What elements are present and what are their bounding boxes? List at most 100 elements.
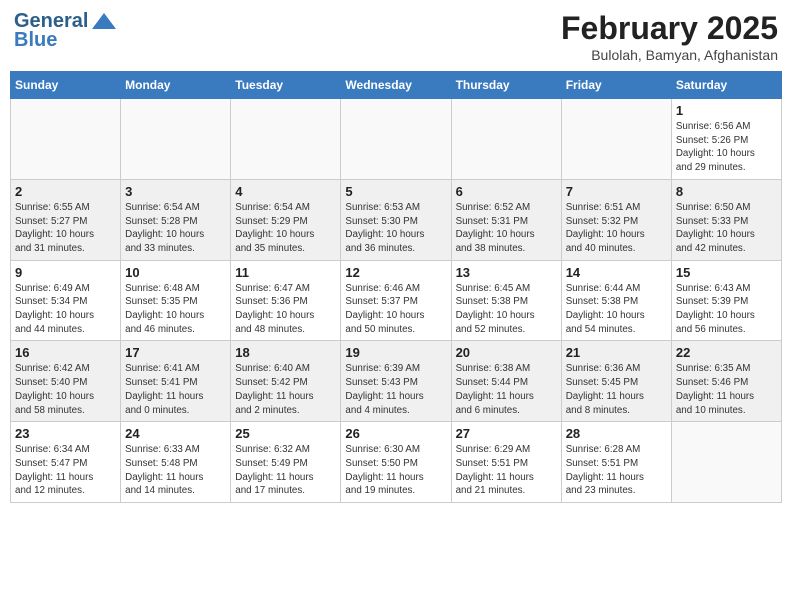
logo-text-blue: Blue: [14, 29, 57, 52]
calendar-cell: 7 Sunrise: 6:51 AM Sunset: 5:32 PM Daylig…: [561, 179, 671, 260]
calendar-cell: 25Sunrise: 6:32 AM Sunset: 5:49 PM Dayli…: [231, 422, 341, 503]
day-info: Sunrise: 6:32 AM Sunset: 5:49 PM Dayligh…: [235, 443, 336, 498]
calendar-table: SundayMondayTuesdayWednesdayThursdayFrid…: [10, 71, 782, 503]
calendar-cell: 15 Sunrise: 6:43 AM Sunset: 5:39 PM Dayli…: [671, 260, 781, 341]
day-number: 2: [15, 184, 116, 199]
calendar-cell: 21 Sunrise: 6:36 AM Sunset: 5:45 PM Dayli…: [561, 341, 671, 422]
day-info: Sunrise: 6:36 AM Sunset: 5:45 PM Dayligh…: [566, 362, 667, 417]
calendar-cell: [341, 99, 451, 180]
day-number: 9: [15, 265, 116, 280]
logo-icon: [90, 11, 118, 33]
weekday-header-thursday: Thursday: [451, 72, 561, 99]
day-info: Sunrise: 6:48 AM Sunset: 5:35 PM Dayligh…: [125, 282, 226, 337]
calendar-week-row: 9Sunrise: 6:49 AM Sunset: 5:34 PM Daylig…: [11, 260, 782, 341]
day-number: 17: [125, 345, 226, 360]
day-number: 11: [235, 265, 336, 280]
calendar-cell: [11, 99, 121, 180]
calendar-cell: [561, 99, 671, 180]
day-info: Sunrise: 6:45 AM Sunset: 5:38 PM Dayligh…: [456, 282, 557, 337]
weekday-header-monday: Monday: [121, 72, 231, 99]
weekday-header-wednesday: Wednesday: [341, 72, 451, 99]
title-block: February 2025 Bulolah, Bamyan, Afghanist…: [561, 10, 778, 63]
day-info: Sunrise: 6:50 AM Sunset: 5:33 PM Dayligh…: [676, 201, 777, 256]
weekday-header-tuesday: Tuesday: [231, 72, 341, 99]
day-info: Sunrise: 6:40 AM Sunset: 5:42 PM Dayligh…: [235, 362, 336, 417]
day-info: Sunrise: 6:41 AM Sunset: 5:41 PM Dayligh…: [125, 362, 226, 417]
calendar-cell: 10 Sunrise: 6:48 AM Sunset: 5:35 PM Dayli…: [121, 260, 231, 341]
day-number: 23: [15, 426, 116, 441]
location-subtitle: Bulolah, Bamyan, Afghanistan: [561, 47, 778, 63]
day-info: Sunrise: 6:39 AM Sunset: 5:43 PM Dayligh…: [345, 362, 446, 417]
calendar-cell: 23 Sunrise: 6:34 AM Sunset: 5:47 PM Dayli…: [11, 422, 121, 503]
day-info: Sunrise: 6:35 AM Sunset: 5:46 PM Dayligh…: [676, 362, 777, 417]
calendar-cell: 17 Sunrise: 6:41 AM Sunset: 5:41 PM Dayli…: [121, 341, 231, 422]
day-number: 10: [125, 265, 226, 280]
calendar-cell: 28Sunrise: 6:28 AM Sunset: 5:51 PM Dayli…: [561, 422, 671, 503]
day-info: Sunrise: 6:33 AM Sunset: 5:48 PM Dayligh…: [125, 443, 226, 498]
day-info: Sunrise: 6:56 AM Sunset: 5:26 PM Dayligh…: [676, 120, 777, 175]
day-number: 22: [676, 345, 777, 360]
day-number: 4: [235, 184, 336, 199]
calendar-cell: 5 Sunrise: 6:53 AM Sunset: 5:30 PM Daylig…: [341, 179, 451, 260]
calendar-cell: 22 Sunrise: 6:35 AM Sunset: 5:46 PM Dayli…: [671, 341, 781, 422]
calendar-cell: [451, 99, 561, 180]
day-number: 12: [345, 265, 446, 280]
day-number: 27: [456, 426, 557, 441]
day-number: 5: [345, 184, 446, 199]
calendar-cell: 24 Sunrise: 6:33 AM Sunset: 5:48 PM Dayli…: [121, 422, 231, 503]
weekday-header-saturday: Saturday: [671, 72, 781, 99]
day-number: 19: [345, 345, 446, 360]
day-number: 20: [456, 345, 557, 360]
day-number: 24: [125, 426, 226, 441]
day-number: 6: [456, 184, 557, 199]
day-info: Sunrise: 6:29 AM Sunset: 5:51 PM Dayligh…: [456, 443, 557, 498]
calendar-cell: 27 Sunrise: 6:29 AM Sunset: 5:51 PM Dayli…: [451, 422, 561, 503]
calendar-cell: 14Sunrise: 6:44 AM Sunset: 5:38 PM Dayli…: [561, 260, 671, 341]
day-info: Sunrise: 6:34 AM Sunset: 5:47 PM Dayligh…: [15, 443, 116, 498]
day-number: 15: [676, 265, 777, 280]
calendar-cell: 2 Sunrise: 6:55 AM Sunset: 5:27 PM Daylig…: [11, 179, 121, 260]
day-info: Sunrise: 6:44 AM Sunset: 5:38 PM Dayligh…: [566, 282, 667, 337]
day-info: Sunrise: 6:47 AM Sunset: 5:36 PM Dayligh…: [235, 282, 336, 337]
calendar-cell: 13 Sunrise: 6:45 AM Sunset: 5:38 PM Dayli…: [451, 260, 561, 341]
calendar-cell: 4Sunrise: 6:54 AM Sunset: 5:29 PM Daylig…: [231, 179, 341, 260]
calendar-cell: 6 Sunrise: 6:52 AM Sunset: 5:31 PM Daylig…: [451, 179, 561, 260]
day-info: Sunrise: 6:51 AM Sunset: 5:32 PM Dayligh…: [566, 201, 667, 256]
day-info: Sunrise: 6:42 AM Sunset: 5:40 PM Dayligh…: [15, 362, 116, 417]
calendar-cell: [671, 422, 781, 503]
day-number: 26: [345, 426, 446, 441]
day-info: Sunrise: 6:43 AM Sunset: 5:39 PM Dayligh…: [676, 282, 777, 337]
day-info: Sunrise: 6:52 AM Sunset: 5:31 PM Dayligh…: [456, 201, 557, 256]
day-number: 18: [235, 345, 336, 360]
day-number: 1: [676, 103, 777, 118]
calendar-cell: 16 Sunrise: 6:42 AM Sunset: 5:40 PM Dayli…: [11, 341, 121, 422]
calendar-cell: 26Sunrise: 6:30 AM Sunset: 5:50 PM Dayli…: [341, 422, 451, 503]
page-header: General Blue February 2025 Bulolah, Bamy…: [10, 10, 782, 63]
calendar-cell: 12 Sunrise: 6:46 AM Sunset: 5:37 PM Dayli…: [341, 260, 451, 341]
calendar-cell: 1 Sunrise: 6:56 AM Sunset: 5:26 PM Daylig…: [671, 99, 781, 180]
calendar-cell: 20 Sunrise: 6:38 AM Sunset: 5:44 PM Dayli…: [451, 341, 561, 422]
day-info: Sunrise: 6:53 AM Sunset: 5:30 PM Dayligh…: [345, 201, 446, 256]
calendar-cell: [231, 99, 341, 180]
calendar-cell: 3Sunrise: 6:54 AM Sunset: 5:28 PM Daylig…: [121, 179, 231, 260]
day-number: 8: [676, 184, 777, 199]
calendar-cell: 9Sunrise: 6:49 AM Sunset: 5:34 PM Daylig…: [11, 260, 121, 341]
calendar-week-row: 16 Sunrise: 6:42 AM Sunset: 5:40 PM Dayli…: [11, 341, 782, 422]
day-info: Sunrise: 6:38 AM Sunset: 5:44 PM Dayligh…: [456, 362, 557, 417]
calendar-cell: [121, 99, 231, 180]
weekday-header-row: SundayMondayTuesdayWednesdayThursdayFrid…: [11, 72, 782, 99]
calendar-week-row: 1 Sunrise: 6:56 AM Sunset: 5:26 PM Daylig…: [11, 99, 782, 180]
day-number: 13: [456, 265, 557, 280]
weekday-header-sunday: Sunday: [11, 72, 121, 99]
logo: General Blue: [14, 10, 118, 52]
day-info: Sunrise: 6:55 AM Sunset: 5:27 PM Dayligh…: [15, 201, 116, 256]
day-number: 28: [566, 426, 667, 441]
calendar-cell: 8 Sunrise: 6:50 AM Sunset: 5:33 PM Daylig…: [671, 179, 781, 260]
day-number: 16: [15, 345, 116, 360]
day-info: Sunrise: 6:54 AM Sunset: 5:28 PM Dayligh…: [125, 201, 226, 256]
day-number: 21: [566, 345, 667, 360]
day-info: Sunrise: 6:46 AM Sunset: 5:37 PM Dayligh…: [345, 282, 446, 337]
calendar-week-row: 23 Sunrise: 6:34 AM Sunset: 5:47 PM Dayli…: [11, 422, 782, 503]
day-number: 7: [566, 184, 667, 199]
calendar-cell: 11 Sunrise: 6:47 AM Sunset: 5:36 PM Dayli…: [231, 260, 341, 341]
